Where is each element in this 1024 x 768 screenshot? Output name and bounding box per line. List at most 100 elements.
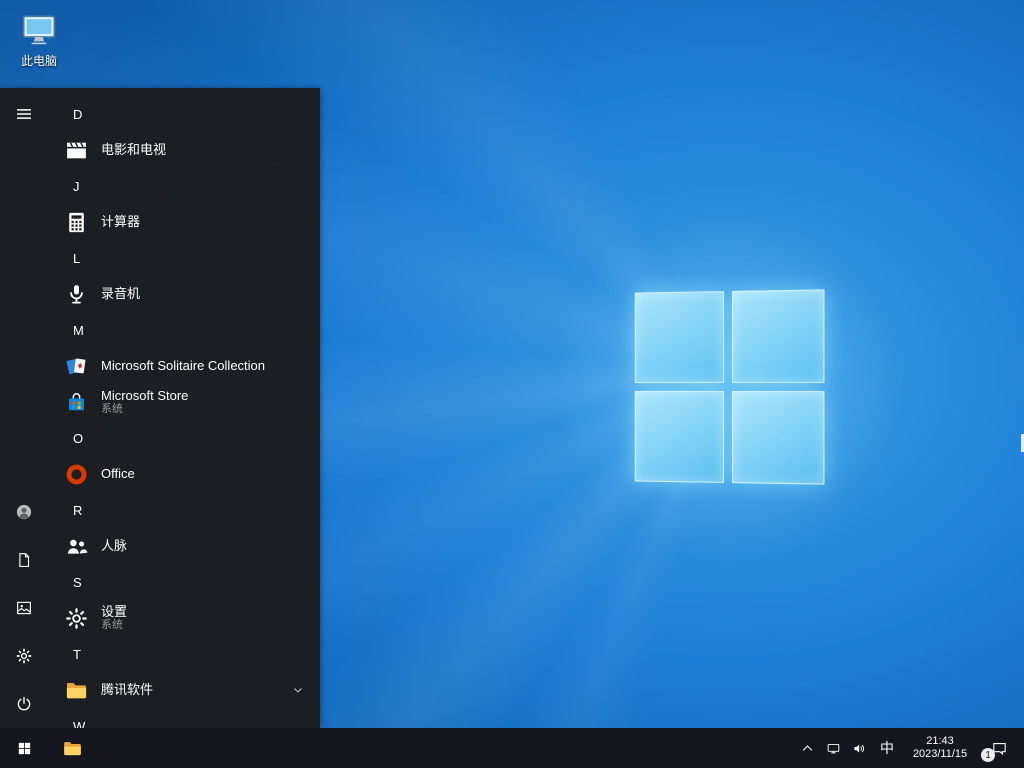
windows-logo-pane xyxy=(732,289,824,383)
app-label: Microsoft Store xyxy=(101,388,188,403)
app-group-letter-label: L xyxy=(73,251,80,266)
documents-button[interactable] xyxy=(0,536,48,584)
settings-button[interactable] xyxy=(0,632,48,680)
taskbar-spacer xyxy=(96,728,794,768)
folder-icon xyxy=(60,674,92,706)
app-group-letter-S[interactable]: S xyxy=(48,564,320,600)
solitaire-icon xyxy=(60,350,92,382)
app-group-letter-label: J xyxy=(73,179,80,194)
chevron-up-icon xyxy=(800,741,815,756)
hamburger-icon xyxy=(15,105,33,123)
windows-logo-pane xyxy=(732,391,824,485)
user-icon xyxy=(15,503,33,521)
app-label: 录音机 xyxy=(101,286,140,301)
start-menu-rail-bottom xyxy=(0,488,48,728)
app-label: 设置 xyxy=(101,604,127,619)
system-tray: 中 21:43 2023/11/15 1 xyxy=(794,728,1024,768)
volume-button[interactable] xyxy=(846,728,872,768)
app-group-letter-label: R xyxy=(73,503,82,518)
document-icon xyxy=(15,551,33,569)
folder-icon xyxy=(62,738,83,759)
start-app-list: D 电影和电视 J 计算器 L 录音机 M Microsoft Solitaire Colle… xyxy=(48,88,320,728)
app-item[interactable]: 录音机 xyxy=(48,276,320,312)
start-button[interactable] xyxy=(0,728,48,768)
app-group-letter-label: M xyxy=(73,323,84,338)
app-item[interactable]: Office xyxy=(48,456,320,492)
desktop-icon-this-pc[interactable]: 此电脑 xyxy=(8,10,70,69)
app-subtitle: 系统 xyxy=(101,403,188,416)
clock-date: 2023/11/15 xyxy=(913,748,967,761)
app-text: 电影和电视 xyxy=(101,142,166,157)
speaker-icon xyxy=(852,741,867,756)
calculator-icon xyxy=(60,206,92,238)
app-group-letter-label: S xyxy=(73,575,82,590)
app-text: 人脉 xyxy=(101,538,127,553)
power-button[interactable] xyxy=(0,680,48,728)
user-account-button[interactable] xyxy=(0,488,48,536)
app-group-letter-T[interactable]: T xyxy=(48,636,320,672)
app-group-letter-M[interactable]: M xyxy=(48,312,320,348)
app-item[interactable]: 设置 系统 xyxy=(48,600,320,636)
app-group-letter-D[interactable]: D xyxy=(48,96,320,132)
voice-recorder-icon xyxy=(60,278,92,310)
pictures-button[interactable] xyxy=(0,584,48,632)
app-label: 人脉 xyxy=(101,538,127,553)
ime-indicator[interactable]: 中 xyxy=(872,728,902,768)
app-item[interactable]: 人脉 xyxy=(48,528,320,564)
app-text: 腾讯软件 xyxy=(101,682,153,697)
app-group-letter-label: W xyxy=(73,719,85,729)
app-group-letter-label: T xyxy=(73,647,81,662)
action-center-button[interactable]: 1 xyxy=(978,728,1020,768)
movies-tv-icon xyxy=(60,134,92,166)
app-group-letter-W[interactable]: W xyxy=(48,708,320,728)
clock-time: 21:43 xyxy=(926,735,954,748)
app-group-letter-label: O xyxy=(73,431,83,446)
start-menu-rail xyxy=(0,88,48,728)
app-label: 腾讯软件 xyxy=(101,682,153,697)
app-subtitle: 系统 xyxy=(101,619,127,632)
taskbar: 中 21:43 2023/11/15 1 xyxy=(0,728,1024,768)
app-group-letter-label: D xyxy=(73,107,82,122)
app-group-letter-J[interactable]: J xyxy=(48,168,320,204)
power-icon xyxy=(15,695,33,713)
app-label: 计算器 xyxy=(101,214,140,229)
pictures-icon xyxy=(15,599,33,617)
clock[interactable]: 21:43 2023/11/15 xyxy=(902,728,978,768)
network-button[interactable] xyxy=(820,728,846,768)
app-item[interactable]: 计算器 xyxy=(48,204,320,240)
file-explorer-button[interactable] xyxy=(48,728,96,768)
menu-expand-button[interactable] xyxy=(0,90,48,138)
start-menu: D 电影和电视 J 计算器 L 录音机 M Microsoft Solitaire Colle… xyxy=(0,88,320,728)
notification-badge: 1 xyxy=(981,748,995,762)
chevron-down-icon[interactable] xyxy=(292,684,304,696)
app-item[interactable]: Microsoft Store 系统 xyxy=(48,384,320,420)
app-item[interactable]: 腾讯软件 xyxy=(48,672,320,708)
app-text: 计算器 xyxy=(101,214,140,229)
app-text: Office xyxy=(101,466,135,481)
app-text: 录音机 xyxy=(101,286,140,301)
ime-label: 中 xyxy=(880,738,894,758)
windows-logo-pane xyxy=(635,391,724,483)
app-text: Microsoft Solitaire Collection xyxy=(101,358,265,373)
app-text: 设置 系统 xyxy=(101,604,127,632)
app-group-letter-O[interactable]: O xyxy=(48,420,320,456)
this-pc-icon xyxy=(19,10,59,50)
desktop-icon-label: 此电脑 xyxy=(21,52,57,69)
app-label: 电影和电视 xyxy=(101,142,166,157)
office-icon xyxy=(60,458,92,490)
app-item[interactable]: 电影和电视 xyxy=(48,132,320,168)
windows-logo-icon xyxy=(16,740,33,757)
app-item[interactable]: Microsoft Solitaire Collection xyxy=(48,348,320,384)
windows-logo-pane xyxy=(635,291,724,383)
gear-icon xyxy=(15,647,33,665)
tray-expand-button[interactable] xyxy=(794,728,820,768)
app-label: Office xyxy=(101,466,135,481)
store-icon xyxy=(60,386,92,418)
people-icon xyxy=(60,530,92,562)
app-text: Microsoft Store 系统 xyxy=(101,388,188,416)
app-label: Microsoft Solitaire Collection xyxy=(101,358,265,373)
app-group-letter-R[interactable]: R xyxy=(48,492,320,528)
network-icon xyxy=(826,741,841,756)
app-group-letter-L[interactable]: L xyxy=(48,240,320,276)
gear-icon xyxy=(60,602,92,634)
